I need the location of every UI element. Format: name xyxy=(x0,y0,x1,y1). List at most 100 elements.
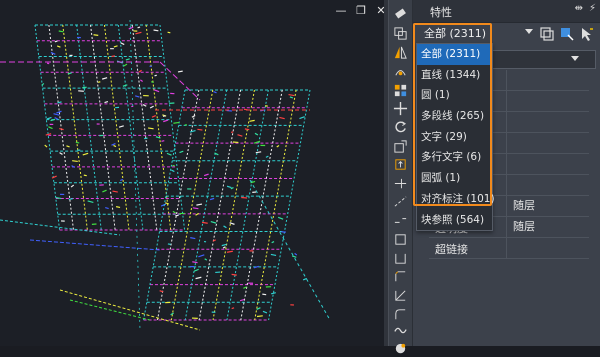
property-value[interactable] xyxy=(506,175,593,195)
cad-drawing[interactable] xyxy=(0,0,384,346)
property-value[interactable] xyxy=(506,238,593,258)
cad-line xyxy=(63,25,88,230)
stretch-icon[interactable] xyxy=(392,156,409,173)
property-value[interactable]: 随层 xyxy=(506,217,535,237)
cad-line xyxy=(271,293,276,294)
cad-line xyxy=(232,274,237,275)
dropdown-option[interactable]: 块参照 (564) xyxy=(417,210,492,231)
cad-line xyxy=(223,247,225,248)
cad-line xyxy=(59,31,64,32)
cad-line xyxy=(295,253,297,255)
property-value[interactable] xyxy=(506,154,593,174)
cad-line xyxy=(192,116,195,118)
cad-line xyxy=(213,92,216,93)
cad-line xyxy=(238,135,243,136)
cad-line xyxy=(83,153,88,155)
dropdown-option[interactable]: 全部 (2311) xyxy=(417,44,492,65)
cad-line xyxy=(35,25,60,230)
select-objects-icon[interactable] xyxy=(559,26,575,42)
toggle-pickadd-icon[interactable] xyxy=(539,26,555,42)
mirror-icon[interactable] xyxy=(392,44,409,61)
cad-line xyxy=(48,127,52,129)
panel-menu-icon[interactable]: ⚡ xyxy=(589,3,596,14)
cad-line xyxy=(213,90,254,320)
cad-line xyxy=(69,199,73,200)
dropdown-option[interactable]: 多行文字 (6) xyxy=(417,147,492,168)
dropdown-option[interactable]: 圆 (1) xyxy=(417,85,492,106)
property-value[interactable]: 随层 xyxy=(506,196,535,216)
panel-title: 特性 xyxy=(430,4,452,20)
cad-line xyxy=(76,142,79,143)
cad-line xyxy=(211,222,216,224)
copy-icon[interactable] xyxy=(392,25,409,42)
eraser-icon[interactable] xyxy=(392,5,409,22)
move-icon[interactable] xyxy=(392,100,409,117)
quick-select-icon[interactable] xyxy=(579,26,595,42)
scale-icon[interactable] xyxy=(392,138,409,155)
fillet-icon[interactable] xyxy=(392,287,409,304)
pin-icon[interactable]: ⇹ xyxy=(575,3,583,14)
chamfer-icon[interactable] xyxy=(392,268,409,285)
cad-line xyxy=(210,198,214,199)
chevron-down-icon[interactable] xyxy=(525,29,533,34)
cad-line xyxy=(241,90,282,320)
extend-icon[interactable] xyxy=(392,193,409,210)
cad-line xyxy=(202,222,208,223)
cad-line xyxy=(227,186,231,187)
break-icon[interactable] xyxy=(392,212,409,229)
object-type-dropdown: 全部 (2311)直线 (1344)圆 (1)多段线 (265)文字 (29)多… xyxy=(416,43,493,231)
trim-icon[interactable] xyxy=(392,175,409,192)
cad-line xyxy=(118,25,143,230)
property-row[interactable]: 超链接 xyxy=(429,238,589,259)
cad-line xyxy=(129,27,133,29)
window-controls: — ❐ ✕ xyxy=(335,4,384,17)
cad-line xyxy=(72,161,78,162)
dropdown-option[interactable]: 直线 (1344) xyxy=(417,65,492,86)
cad-line xyxy=(240,300,244,301)
cad-line xyxy=(192,262,197,263)
cad-line xyxy=(71,185,74,187)
cad-line xyxy=(173,211,176,213)
cad-line xyxy=(60,290,200,330)
cad-line xyxy=(194,269,199,271)
dropdown-option[interactable]: 多段线 (265) xyxy=(417,106,492,127)
tool-icon[interactable] xyxy=(392,340,409,357)
cad-line xyxy=(91,25,116,230)
cad-line xyxy=(154,30,159,31)
category-chevron-icon[interactable] xyxy=(571,56,579,61)
break-at-point-icon[interactable] xyxy=(392,231,409,248)
category-bar[interactable] xyxy=(492,50,596,69)
cad-line xyxy=(151,82,154,83)
drawing-viewport[interactable]: — ❐ ✕ xyxy=(0,0,384,346)
property-value[interactable] xyxy=(506,133,593,153)
rotate-icon[interactable] xyxy=(392,119,409,136)
cad-line xyxy=(160,62,200,100)
spline-icon[interactable] xyxy=(392,306,409,323)
join-icon[interactable] xyxy=(392,250,409,267)
property-value[interactable] xyxy=(506,112,593,132)
restore-button[interactable]: ❐ xyxy=(355,4,367,17)
offset-icon[interactable] xyxy=(392,63,409,80)
cad-line xyxy=(51,52,55,54)
dropdown-option[interactable]: 文字 (29) xyxy=(417,127,492,148)
cad-line xyxy=(123,85,127,86)
close-button[interactable]: ✕ xyxy=(375,4,384,17)
dropdown-option[interactable]: 圆弧 (1) xyxy=(417,168,492,189)
property-value[interactable] xyxy=(506,70,593,90)
dropdown-option[interactable]: 对齐标注 (101) xyxy=(417,189,492,210)
cad-line xyxy=(232,308,234,309)
cad-line xyxy=(199,90,240,320)
cad-line xyxy=(196,277,202,278)
cad-line xyxy=(146,25,171,230)
cad-line xyxy=(266,156,268,157)
cad-line xyxy=(224,226,227,228)
cad-line xyxy=(190,131,196,132)
array-icon[interactable] xyxy=(392,82,409,99)
property-value[interactable] xyxy=(506,91,593,111)
cad-line xyxy=(30,240,160,250)
object-type-select[interactable]: 全部 (2311) xyxy=(421,25,542,43)
explode-icon[interactable] xyxy=(392,322,409,339)
cad-line xyxy=(279,117,284,118)
minimize-button[interactable]: — xyxy=(335,4,347,17)
cad-line xyxy=(59,129,63,130)
